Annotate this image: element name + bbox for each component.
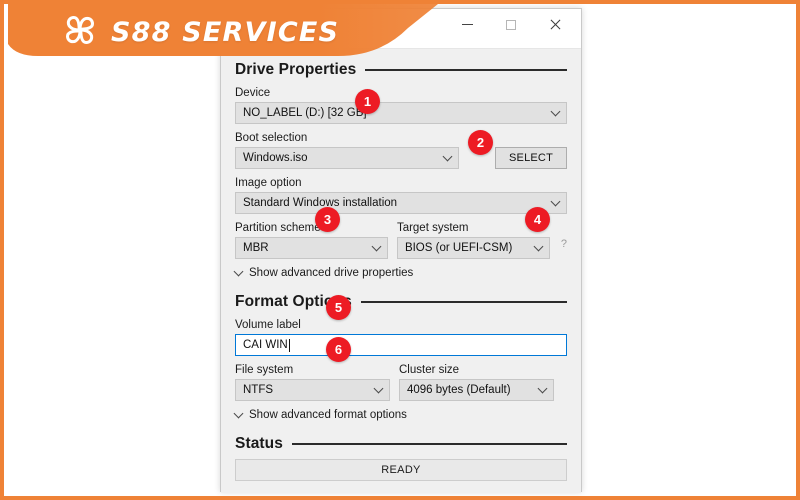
cluster-size-value: 4096 bytes (Default) (407, 384, 511, 396)
drive-properties-title: Drive Properties (235, 61, 357, 78)
boot-selection-row: Windows.iso SELECT (235, 147, 567, 169)
partition-scheme-combobox[interactable]: MBR (235, 237, 388, 259)
advanced-format-toggle-label: Show advanced format options (249, 409, 407, 421)
dialog-client-area: Drive Properties Device NO_LABEL (D:) [3… (221, 49, 581, 493)
callout-badge-1: 1 (355, 89, 380, 114)
filesystem-cluster-row: File system NTFS Cluster size 4096 bytes… (235, 356, 567, 401)
target-system-help-icon[interactable]: ? (561, 233, 567, 255)
status-title: Status (235, 435, 283, 452)
section-rule (360, 301, 567, 303)
chevron-down-icon (537, 383, 548, 394)
volume-label-input[interactable]: CAI WIN (235, 334, 567, 356)
text-caret (288, 338, 290, 352)
section-rule (291, 443, 567, 445)
boot-selection-value: Windows.iso (243, 152, 308, 164)
file-system-combobox[interactable]: NTFS (235, 379, 390, 401)
show-advanced-drive-properties-toggle[interactable]: Show advanced drive properties (233, 266, 567, 279)
close-icon (549, 19, 561, 31)
chevron-down-icon (373, 383, 384, 394)
cluster-size-label: Cluster size (399, 364, 460, 376)
file-system-label: File system (235, 364, 294, 376)
volume-label-value: CAI WIN (243, 339, 288, 351)
device-combobox[interactable]: NO_LABEL (D:) [32 GB] (235, 102, 567, 124)
minimize-button[interactable] (445, 9, 489, 40)
maximize-button[interactable] (489, 9, 533, 40)
device-label: Device (235, 87, 271, 99)
section-rule (365, 69, 567, 71)
maximize-icon (506, 19, 516, 30)
chevron-down-icon (442, 151, 453, 162)
callout-badge-4: 4 (525, 207, 550, 232)
callout-badge-3: 3 (315, 207, 340, 232)
chevron-down-icon (371, 241, 382, 252)
select-button[interactable]: SELECT (495, 147, 567, 169)
clover-logo-icon (60, 10, 100, 55)
partition-target-row: Partition scheme MBR Target system BIOS … (235, 214, 567, 259)
chevron-down-icon (533, 241, 544, 252)
target-system-value: BIOS (or UEFI-CSM) (404, 242, 513, 254)
format-options-section-header: Format Options (235, 293, 567, 311)
cluster-size-combobox[interactable]: 4096 bytes (Default) (399, 379, 554, 401)
chevron-down-icon (550, 196, 561, 207)
screenshot-canvas: Drive Properties Device NO_LABEL (D:) [3… (0, 0, 800, 500)
image-option-combobox[interactable]: Standard Windows installation (235, 192, 567, 214)
advanced-drive-toggle-label: Show advanced drive properties (249, 267, 414, 279)
image-option-label: Image option (235, 177, 302, 189)
partition-scheme-value: MBR (243, 242, 269, 254)
status-progress-bar: READY (235, 459, 567, 481)
chevron-down-icon (550, 106, 561, 117)
image-option-value: Standard Windows installation (243, 197, 398, 209)
chevron-down-icon (233, 266, 244, 276)
boot-selection-label: Boot selection (235, 132, 308, 144)
callout-badge-5: 5 (326, 295, 351, 320)
chevron-down-icon (233, 408, 244, 418)
brand-logo-group: S88 SERVICES (60, 10, 339, 55)
boot-selection-combobox[interactable]: Windows.iso (235, 147, 460, 169)
file-system-value: NTFS (243, 384, 274, 396)
close-window-button[interactable] (533, 9, 577, 40)
drive-properties-section-header: Drive Properties (235, 61, 567, 79)
minimize-icon (461, 24, 473, 25)
rufus-dialog-window: Drive Properties Device NO_LABEL (D:) [3… (220, 8, 582, 493)
status-section-header: Status (235, 435, 567, 453)
callout-badge-2: 2 (468, 130, 493, 155)
brand-name-text: S88 SERVICES (111, 17, 340, 48)
device-value: NO_LABEL (D:) [32 GB] (243, 107, 367, 119)
volume-label-label: Volume label (235, 319, 301, 331)
show-advanced-format-options-toggle[interactable]: Show advanced format options (233, 408, 567, 421)
status-text: READY (381, 464, 421, 476)
target-system-combobox[interactable]: BIOS (or UEFI-CSM) (396, 237, 550, 259)
callout-badge-6: 6 (326, 337, 351, 362)
partition-scheme-label: Partition scheme (235, 222, 321, 234)
